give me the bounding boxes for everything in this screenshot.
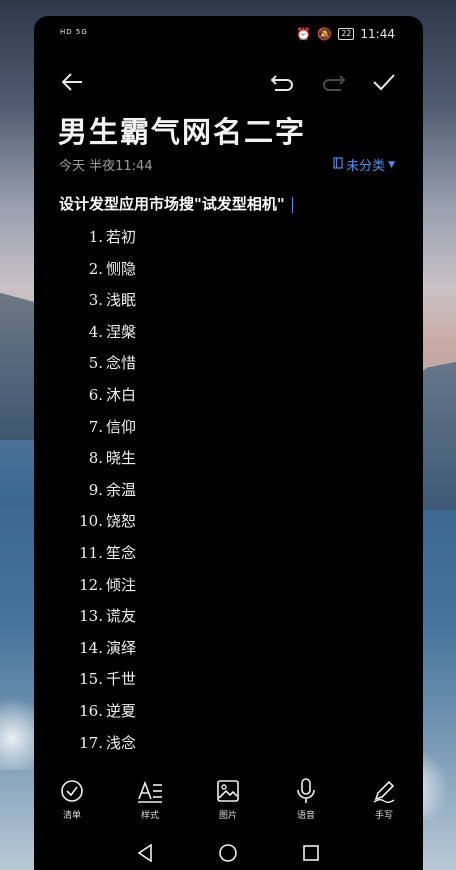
- list-item[interactable]: 4. 涅槃: [58, 317, 136, 349]
- list-item[interactable]: 9. 余温: [58, 475, 136, 507]
- list-item-number: 7.: [88, 417, 103, 436]
- list-item-number: 8.: [88, 449, 103, 468]
- list-item-text: 逆夏: [106, 701, 137, 720]
- headline-text: 设计发型应用市场搜"试发型相机": [59, 195, 285, 213]
- list-item[interactable]: 13. 谎友: [58, 601, 136, 633]
- pen-icon: [354, 776, 414, 806]
- undo-icon[interactable]: [268, 68, 296, 96]
- status-bar: HD 5G ⏰ 🔕 22 11:44: [34, 24, 423, 44]
- list-item[interactable]: 5. 念惜: [58, 348, 136, 380]
- checklist-button[interactable]: 清单: [42, 776, 102, 821]
- list-item[interactable]: 1. 若初: [58, 222, 136, 254]
- handwriting-button[interactable]: 手写: [354, 776, 414, 821]
- list-item-number: 9.: [88, 480, 103, 499]
- list-item[interactable]: 7. 信仰: [58, 412, 136, 444]
- list-item-text: 饶恕: [106, 512, 137, 531]
- microphone-icon: [276, 776, 336, 806]
- list-item-number: 16.: [79, 701, 103, 720]
- list-item-number: 2.: [88, 259, 103, 278]
- list-item-text: 恻隐: [106, 259, 137, 278]
- category-label: 未分类: [346, 159, 386, 174]
- voice-button[interactable]: 语音: [276, 776, 336, 821]
- list-item-text: 念惜: [106, 354, 137, 373]
- handwriting-label: 手写: [374, 811, 393, 821]
- list-item-text: 沐白: [106, 385, 137, 404]
- numbered-list[interactable]: 1. 若初 2. 恻隐 3. 浅眠 4. 涅槃 5. 念惜 6. 沐白 7. 信仰 8. 晓生 9. 余温 10. 饶…: [58, 222, 136, 759]
- checklist-icon: [42, 776, 102, 806]
- list-item-text: 浅念: [106, 733, 137, 752]
- nav-home-icon[interactable]: [215, 840, 241, 866]
- list-item[interactable]: 10. 饶恕: [58, 506, 136, 538]
- list-item[interactable]: 14. 演绎: [58, 633, 136, 665]
- checklist-label: 清单: [62, 811, 81, 821]
- image-icon: [198, 776, 258, 806]
- image-button[interactable]: 图片: [198, 776, 258, 821]
- list-item[interactable]: 3. 浅眠: [58, 285, 136, 317]
- text-cursor: [291, 197, 293, 213]
- list-item[interactable]: 11. 笙念: [58, 538, 136, 570]
- battery-indicator: 22: [338, 28, 355, 40]
- list-item-number: 12.: [79, 575, 103, 594]
- nav-recents-icon[interactable]: [298, 840, 324, 866]
- category-selector[interactable]: 未分类 ▼: [333, 155, 395, 174]
- list-item-text: 千世: [106, 670, 137, 689]
- note-title[interactable]: 男生霸气网名二字: [58, 109, 306, 151]
- list-item-number: 17.: [79, 733, 103, 752]
- list-item-number: 5.: [88, 354, 103, 373]
- check-icon[interactable]: [370, 68, 398, 96]
- list-item-number: 11.: [79, 543, 103, 562]
- text-style-icon: [120, 776, 180, 806]
- list-item-number: 13.: [79, 607, 103, 626]
- status-time: 11:44: [360, 27, 395, 41]
- bottom-toolbar: 清单 样式 图片 语音 手写: [34, 776, 423, 828]
- list-item[interactable]: 2. 恻隐: [58, 254, 136, 286]
- list-item-number: 1.: [88, 228, 103, 246]
- mute-icon: 🔕: [317, 27, 333, 41]
- list-item-number: 3.: [88, 291, 103, 310]
- list-item-number: 10.: [79, 512, 103, 531]
- list-item-text: 浅眠: [106, 291, 137, 310]
- list-item[interactable]: 15. 千世: [58, 664, 136, 696]
- editor-toolbar: [34, 64, 423, 100]
- list-item-text: 倾注: [106, 575, 137, 594]
- list-item-text: 谎友: [106, 607, 137, 626]
- list-item-text: 笙念: [106, 543, 137, 562]
- list-item[interactable]: 16. 逆夏: [58, 696, 136, 728]
- list-item-text: 涅槃: [106, 322, 137, 341]
- nav-back-icon[interactable]: [132, 840, 158, 866]
- system-nav-bar: [34, 836, 423, 870]
- style-button[interactable]: 样式: [120, 776, 180, 821]
- list-item[interactable]: 8. 晓生: [58, 443, 136, 475]
- arrow-left-icon[interactable]: [58, 68, 86, 96]
- voice-label: 语音: [296, 811, 315, 821]
- image-label: 图片: [218, 811, 237, 821]
- notebook-icon: [333, 156, 343, 173]
- note-headline[interactable]: 设计发型应用市场搜"试发型相机": [59, 193, 293, 214]
- style-label: 样式: [140, 811, 159, 821]
- list-item-text: 若初: [106, 228, 137, 246]
- list-item-number: 6.: [88, 385, 103, 404]
- list-item-text: 演绎: [106, 638, 137, 657]
- redo-icon[interactable]: [320, 68, 348, 96]
- network-indicator: HD 5G: [60, 28, 88, 36]
- list-item-number: 14.: [79, 638, 103, 657]
- note-timestamp: 今天 半夜11:44: [59, 159, 153, 174]
- alarm-icon: ⏰: [296, 27, 312, 41]
- caret-down-icon: ▼: [388, 159, 395, 170]
- list-item-text: 信仰: [106, 417, 137, 436]
- list-item[interactable]: 12. 倾注: [58, 570, 136, 602]
- list-item-text: 晓生: [106, 449, 137, 468]
- list-item-number: 15.: [79, 670, 103, 689]
- list-item-number: 4.: [88, 322, 103, 341]
- phone-screen: HD 5G ⏰ 🔕 22 11:44 男生霸气网名二字 今天 半夜11:44 未…: [34, 16, 423, 870]
- list-item-text: 余温: [106, 480, 137, 499]
- list-item[interactable]: 6. 沐白: [58, 380, 136, 412]
- list-item[interactable]: 17. 浅念: [58, 728, 136, 760]
